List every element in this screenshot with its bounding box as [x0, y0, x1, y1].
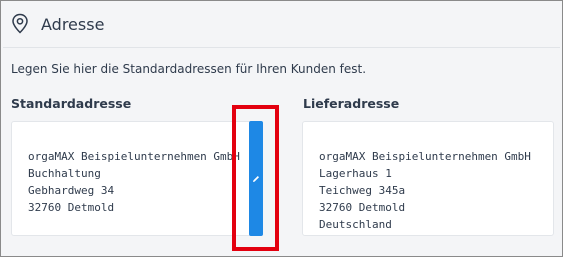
highlight-annotation [232, 105, 279, 251]
address-panel: Adresse Legen Sie hier die Standardadres… [0, 0, 563, 257]
address-line: Buchhaltung [28, 167, 101, 180]
section-header: Adresse [11, 9, 104, 39]
address-line: 32760 Detmold [28, 201, 115, 214]
address-line: orgaMAX Beispielunternehmen GmbH [319, 150, 531, 163]
address-line: Teichweg 345a [319, 184, 406, 197]
section-title: Adresse [41, 14, 105, 34]
location-pin-icon [11, 13, 29, 35]
delivery-address-lines: orgaMAX Beispielunternehmen GmbH Lagerha… [319, 148, 531, 233]
standard-address-heading: Standardadresse [11, 96, 132, 111]
section-description: Legen Sie hier die Standardadressen für … [11, 62, 367, 76]
standard-address-lines: orgaMAX Beispielunternehmen GmbH Buchhal… [28, 148, 240, 216]
address-line: orgaMAX Beispielunternehmen GmbH [28, 150, 240, 163]
delivery-address-heading: Lieferadresse [303, 96, 400, 111]
address-line: 32760 Detmold [319, 201, 406, 214]
address-line: Lagerhaus 1 [319, 167, 392, 180]
address-line: Deutschland [319, 218, 392, 231]
header-divider [3, 47, 560, 48]
address-line: Gebhardweg 34 [28, 184, 115, 197]
delivery-address-card[interactable]: orgaMAX Beispielunternehmen GmbH Lagerha… [302, 121, 554, 236]
standard-address-card[interactable]: orgaMAX Beispielunternehmen GmbH Buchhal… [11, 121, 259, 236]
